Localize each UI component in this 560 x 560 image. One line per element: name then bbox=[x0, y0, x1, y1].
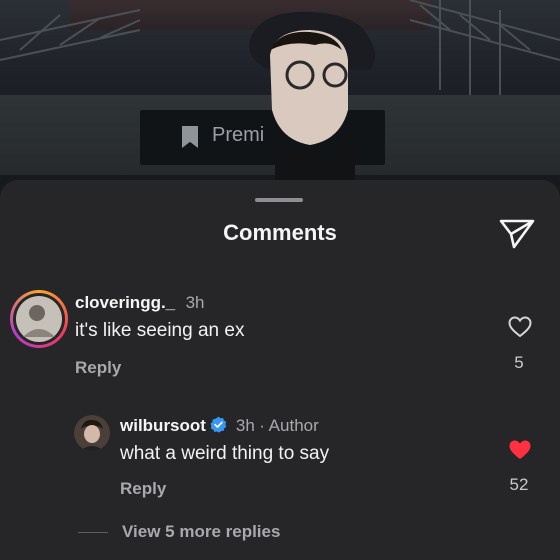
reply-time: 3h bbox=[235, 416, 255, 435]
bookmark-icon bbox=[182, 126, 198, 148]
avatar[interactable] bbox=[74, 415, 110, 451]
reply-username[interactable]: wilbursoot bbox=[120, 416, 206, 435]
heart-outline-icon[interactable] bbox=[508, 316, 532, 338]
divider-line bbox=[78, 532, 108, 533]
reply-button[interactable]: Reply bbox=[75, 358, 121, 378]
post-photo: Premi bbox=[0, 0, 560, 200]
verified-badge-icon bbox=[210, 416, 227, 433]
sheet-title: Comments bbox=[223, 220, 337, 245]
share-icon[interactable] bbox=[498, 218, 536, 250]
reply-text: what a weird thing to say bbox=[120, 443, 330, 464]
reply-button[interactable]: Reply bbox=[120, 479, 166, 499]
comment-time: 3h bbox=[185, 293, 205, 312]
like-count: 52 bbox=[509, 475, 529, 494]
comment-text: it's like seeing an ex bbox=[75, 320, 245, 341]
comments-sheet: Comments cloveringg._ 3h it's like seein… bbox=[0, 180, 560, 560]
like-count: 5 bbox=[514, 353, 524, 372]
heart-filled-icon[interactable] bbox=[508, 439, 532, 461]
author-tag: · Author bbox=[259, 416, 319, 435]
avatar-story-ring[interactable] bbox=[10, 290, 68, 348]
comment-username[interactable]: cloveringg._ bbox=[75, 293, 175, 312]
drag-handle[interactable] bbox=[255, 198, 303, 202]
avatar bbox=[13, 293, 65, 345]
person-silhouette bbox=[249, 11, 375, 200]
view-more-replies-button[interactable]: View 5 more replies bbox=[122, 522, 280, 542]
